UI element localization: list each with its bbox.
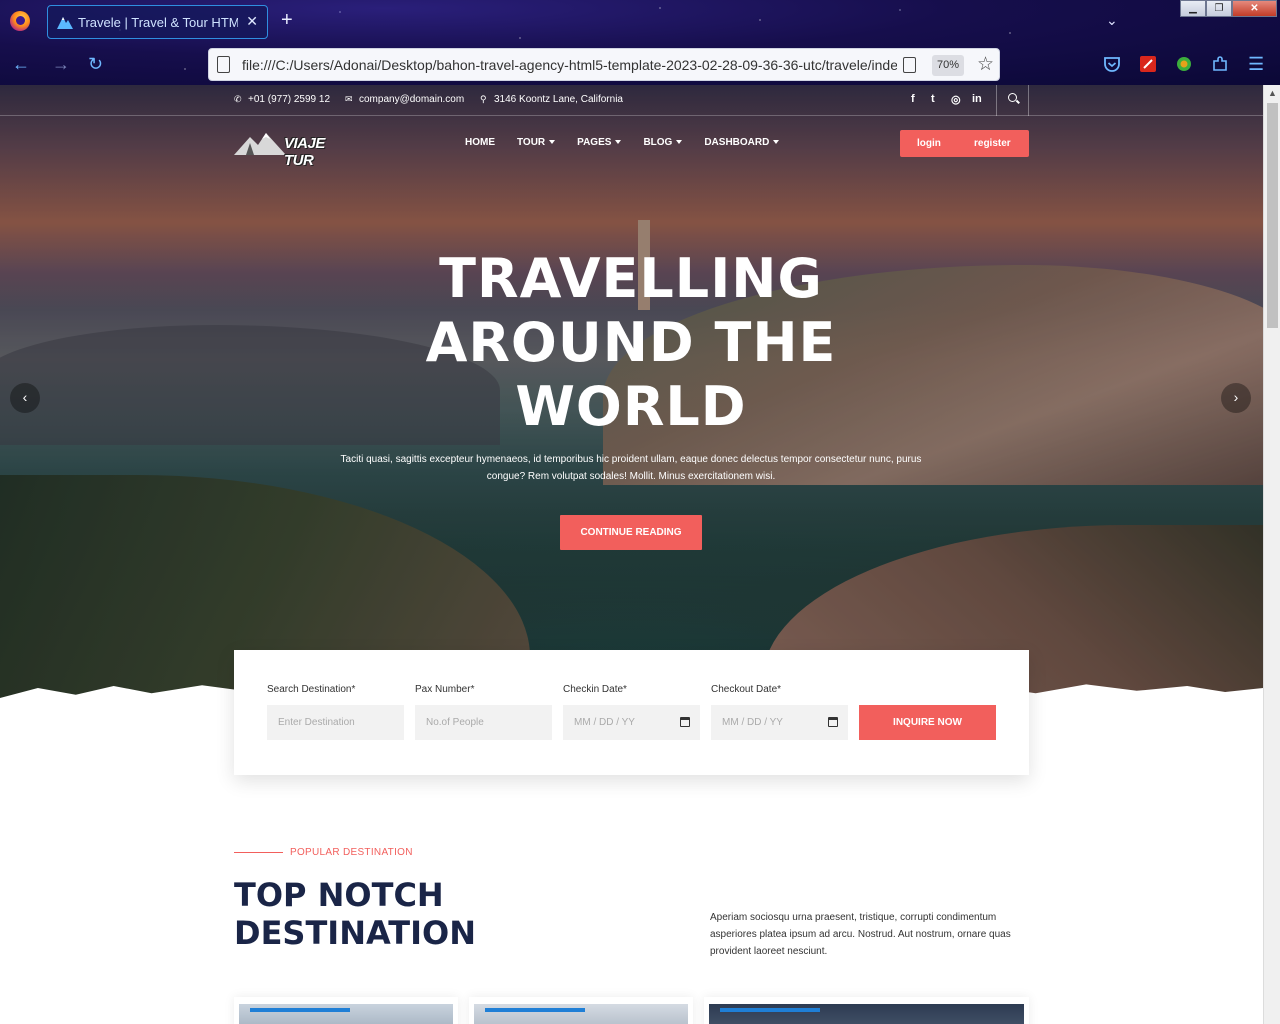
facebook-icon[interactable]: f [911, 93, 915, 105]
main-menu: HOME TOUR PAGES BLOG DASHBOARD [465, 137, 780, 148]
hero-title: TRAVELLING AROUND THE WORLD [425, 247, 837, 438]
destination-image [709, 1004, 1024, 1024]
web-page: ✆ +01 (977) 2599 12 ✉ company@domain.com ⚲… [0, 85, 1263, 1024]
caret-down-icon [676, 140, 683, 145]
browser-tab-active[interactable]: Travele | Travel & Tour HTML5 Template ✕ [47, 5, 268, 39]
instagram-icon[interactable]: ◎ [951, 93, 961, 106]
minimize-button[interactable]: ▁ [1180, 0, 1206, 17]
destination-input[interactable] [267, 705, 404, 740]
url-text[interactable]: file:///C:/Users/Adonai/Desktop/bahon-tr… [242, 57, 897, 73]
browser-toolbar: ← → ↻ file:///C:/Users/Adonai/Desktop/ba… [0, 44, 1280, 85]
forward-arrow-icon[interactable]: → [52, 54, 70, 75]
contact-email[interactable]: ✉ company@domain.com [345, 94, 464, 105]
checkout-label: Checkout Date* [711, 684, 782, 695]
destination-tag [485, 1008, 585, 1012]
menu-item-dashboard[interactable]: DASHBOARD [704, 137, 780, 148]
pocket-icon[interactable] [1103, 55, 1121, 73]
tab-bar: Travele | Travel & Tour HTML5 Template ✕… [0, 0, 1280, 44]
search-toggle[interactable] [996, 85, 1029, 116]
trip-search-form: Search Destination* Pax Number* Checkin … [234, 650, 1029, 775]
reader-view-icon[interactable] [903, 57, 916, 73]
address-text: 3146 Koontz Lane, California [494, 94, 623, 105]
calendar-icon[interactable] [828, 717, 838, 727]
phone-icon: ✆ [234, 94, 242, 104]
page-icon [217, 56, 230, 73]
register-button[interactable]: register [974, 138, 1011, 149]
scroll-up-arrow-icon[interactable]: ▲ [1268, 88, 1277, 98]
reload-icon[interactable]: ↻ [88, 54, 103, 75]
top-contact-bar: ✆ +01 (977) 2599 12 ✉ company@domain.com ⚲… [0, 85, 1263, 116]
menu-item-blog[interactable]: BLOG [643, 137, 683, 148]
window-controls: ▁ ❐ ✕ [1180, 0, 1277, 18]
extension-globe-icon[interactable] [1175, 55, 1193, 73]
section-eyebrow: POPULAR DESTINATION [290, 847, 413, 858]
scrollbar-thumb[interactable] [1267, 103, 1278, 328]
bookmark-star-icon[interactable]: ☆ [977, 53, 994, 76]
checkout-placeholder: MM / DD / YY [722, 717, 783, 728]
slider-prev-button[interactable]: ‹ [10, 383, 40, 413]
eyebrow-line [234, 852, 283, 853]
checkin-placeholder: MM / DD / YY [574, 717, 635, 728]
destination-image [239, 1004, 453, 1024]
pax-number-input[interactable] [415, 705, 552, 740]
hero-description: Taciti quasi, sagittis excepteur hymenae… [340, 454, 922, 482]
slider-next-button[interactable]: › [1221, 383, 1251, 413]
new-tab-button[interactable]: + [281, 9, 293, 32]
close-window-button[interactable]: ✕ [1232, 0, 1277, 17]
destination-card[interactable] [469, 997, 693, 1024]
pax-label: Pax Number* [415, 684, 475, 695]
page-scrollbar[interactable]: ▲ [1263, 85, 1280, 1024]
back-arrow-icon[interactable]: ← [12, 54, 30, 75]
checkin-date-input[interactable]: MM / DD / YY [563, 705, 700, 740]
extension-red-icon[interactable] [1139, 55, 1157, 73]
caret-down-icon [615, 140, 622, 145]
inquire-now-button[interactable]: INQUIRE NOW [859, 705, 996, 740]
tab-close-icon[interactable]: ✕ [246, 13, 258, 30]
contact-phone[interactable]: ✆ +01 (977) 2599 12 [234, 94, 330, 105]
mountain-favicon-icon [57, 17, 73, 29]
search-icon [1008, 93, 1017, 102]
app-menu-icon[interactable]: ☰ [1248, 54, 1264, 75]
twitter-icon[interactable]: t [931, 93, 935, 105]
envelope-icon: ✉ [345, 94, 353, 104]
login-button[interactable]: login [917, 138, 941, 149]
email-text: company@domain.com [359, 94, 465, 105]
caret-down-icon [549, 140, 556, 145]
contact-address: ⚲ 3146 Koontz Lane, California [480, 94, 623, 105]
menu-item-pages[interactable]: PAGES [577, 137, 622, 148]
logo-text: VIAJE TUR [284, 135, 325, 169]
calendar-icon[interactable] [680, 717, 690, 727]
mountain-logo-icon [234, 133, 286, 155]
browser-chrome: Travele | Travel & Tour HTML5 Template ✕… [0, 0, 1280, 85]
destination-tag [250, 1008, 350, 1012]
caret-down-icon [773, 140, 780, 145]
zoom-level-badge[interactable]: 70% [932, 55, 964, 76]
destination-card[interactable] [704, 997, 1029, 1024]
auth-buttons: login register [900, 130, 1029, 157]
site-logo[interactable]: VIAJE TUR [234, 131, 350, 169]
tab-title: Travele | Travel & Tour HTML5 Template [78, 15, 238, 30]
section-title: TOP NOTCH DESTINATION [234, 876, 476, 952]
tab-list-chevron-icon[interactable]: ⌄ [1106, 12, 1118, 29]
destination-card[interactable] [234, 997, 458, 1024]
checkin-label: Checkin Date* [563, 684, 627, 695]
destination-image [474, 1004, 688, 1024]
destination-label: Search Destination* [267, 684, 356, 695]
firefox-logo-icon[interactable] [10, 11, 30, 31]
checkout-date-input[interactable]: MM / DD / YY [711, 705, 848, 740]
extensions-puzzle-icon[interactable] [1211, 55, 1229, 73]
address-bar[interactable]: file:///C:/Users/Adonai/Desktop/bahon-tr… [208, 48, 1000, 81]
menu-item-home[interactable]: HOME [465, 137, 495, 148]
menu-item-tour[interactable]: TOUR [517, 137, 556, 148]
restore-button[interactable]: ❐ [1206, 0, 1232, 17]
hero-slider: ✆ +01 (977) 2599 12 ✉ company@domain.com ⚲… [0, 85, 1263, 710]
section-description: Aperiam sociosqu urna praesent, tristiqu… [710, 912, 1011, 957]
linkedin-icon[interactable]: in [972, 93, 982, 105]
destination-tag [720, 1008, 820, 1012]
continue-reading-button[interactable]: CONTINUE READING [560, 515, 702, 550]
phone-text: +01 (977) 2599 12 [248, 94, 331, 105]
location-pin-icon: ⚲ [480, 94, 487, 104]
